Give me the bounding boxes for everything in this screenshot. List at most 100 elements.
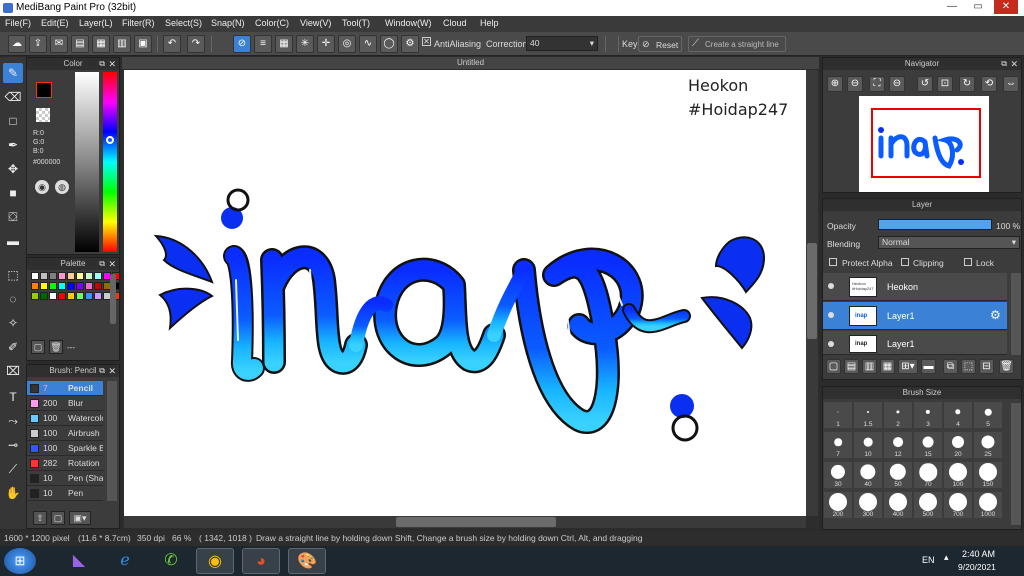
brush-size-cell[interactable]: 50	[884, 462, 912, 488]
cloud-icon[interactable]: ☁	[8, 35, 26, 53]
zoom-reset-icon[interactable]: ⊖	[889, 76, 905, 92]
menu-layer[interactable]: Layer(L)	[79, 18, 113, 28]
palette-swatch[interactable]	[58, 292, 66, 300]
palette-swatch[interactable]	[67, 292, 75, 300]
palette-swatch[interactable]	[85, 282, 93, 290]
palette-swatch[interactable]	[85, 292, 93, 300]
eraser-tool-icon[interactable]: ⌫	[3, 87, 23, 107]
layer-row[interactable]: inap Layer1 ⚙	[823, 302, 1007, 330]
brush-tool-icon[interactable]: ✎	[3, 63, 23, 83]
new-file-icon[interactable]: ▤	[71, 35, 89, 53]
bucket-tool-icon[interactable]: ⛋	[3, 207, 23, 227]
menu-window[interactable]: Window(W)	[385, 18, 432, 28]
gear-icon[interactable]: ⚙	[990, 308, 1001, 322]
palette-swatch[interactable]	[49, 292, 57, 300]
brush-size-cell[interactable]: 15	[914, 432, 942, 458]
undo-icon[interactable]: ↶	[163, 35, 181, 53]
rect-tool-icon[interactable]: □	[3, 111, 23, 131]
close-icon[interactable]: ✕	[108, 365, 116, 377]
opacity-slider[interactable]	[878, 219, 992, 230]
radial-snap-icon[interactable]: ✳	[296, 35, 314, 53]
eye-icon[interactable]	[828, 312, 834, 318]
menu-help[interactable]: Help	[480, 18, 499, 28]
select-rect-icon[interactable]: ⬚	[3, 265, 23, 285]
select-eraser-icon[interactable]: ⌧	[3, 361, 23, 381]
navigator-preview[interactable]	[859, 96, 989, 192]
close-icon[interactable]: ✕	[108, 58, 116, 70]
straight-line-button[interactable]: ⟋ Create a straight line	[688, 36, 786, 52]
correction-select[interactable]: 40 ▾	[526, 36, 598, 51]
brush-size-cell[interactable]: 30	[824, 462, 852, 488]
canvas-vscroll-thumb[interactable]	[807, 243, 817, 339]
menu-tool[interactable]: Tool(T)	[342, 18, 370, 28]
brush-size-cell[interactable]: 1.5	[854, 402, 882, 428]
palette-swatch[interactable]	[49, 272, 57, 280]
close-button[interactable]: ✕	[994, 0, 1018, 14]
hue-bar[interactable]	[103, 72, 117, 252]
start-button[interactable]: ⊞	[4, 548, 36, 574]
operation-tool-icon[interactable]: ⤳	[3, 411, 23, 431]
brush-item[interactable]: 100 Watercolor	[27, 411, 103, 426]
palette-swatch[interactable]	[58, 272, 66, 280]
brush-item[interactable]: 10 Pen (Sharp)	[27, 471, 103, 486]
duplicate-layer-icon[interactable]: ⧉	[943, 359, 958, 374]
menu-snap[interactable]: Snap(N)	[211, 18, 245, 28]
layer-scrollbar[interactable]	[1011, 273, 1021, 355]
minimize-button[interactable]: —	[940, 0, 964, 14]
brush-size-cell[interactable]: 500	[914, 492, 942, 518]
brush-size-cell[interactable]: 5	[974, 402, 1002, 428]
delete-layer-icon[interactable]: 🗑	[999, 359, 1014, 374]
expand-icon[interactable]: ⧉	[1001, 58, 1007, 70]
rotate-right-icon[interactable]: ↻	[959, 76, 975, 92]
ellipse-snap-icon[interactable]: ◯	[380, 35, 398, 53]
brush-size-cell[interactable]: 200	[824, 492, 852, 518]
eye-icon[interactable]	[828, 341, 834, 347]
menu-cloud[interactable]: Cloud	[443, 18, 467, 28]
canvas-hscroll-thumb[interactable]	[396, 517, 556, 527]
brush-size-cell[interactable]: 1	[824, 402, 852, 428]
new-layer-icon[interactable]: ▢	[826, 359, 841, 374]
fit-icon[interactable]: ⛶	[869, 76, 885, 92]
brush-size-cell[interactable]: 40	[854, 462, 882, 488]
brush-size-cell[interactable]: 12	[884, 432, 912, 458]
brush-scrollbar[interactable]	[107, 381, 117, 501]
canvas-tab[interactable]: Untitled	[122, 57, 819, 69]
move-tool-icon[interactable]: ✥	[3, 159, 23, 179]
foreground-color[interactable]	[36, 82, 52, 98]
expand-icon[interactable]: ⧉	[99, 58, 105, 70]
palette-swatch[interactable]	[94, 272, 102, 280]
rotate-reset-icon[interactable]: ⟲	[981, 76, 997, 92]
palette-swatch[interactable]	[76, 292, 84, 300]
brightness-bar[interactable]	[75, 72, 99, 252]
menu-view[interactable]: View(V)	[300, 18, 331, 28]
tray-arrow-icon[interactable]: ▴	[944, 552, 949, 563]
new-raster-icon[interactable]: ▤	[844, 359, 859, 374]
paint-icon[interactable]: 🎨	[288, 548, 326, 574]
palette-scrollbar[interactable]	[110, 274, 116, 324]
lasso-tool-icon[interactable]: ◌	[3, 289, 23, 309]
protect-alpha-checkbox[interactable]	[829, 258, 837, 266]
new-8bit-icon[interactable]: ▦	[880, 359, 895, 374]
palette-swatch[interactable]	[40, 272, 48, 280]
visual-studio-icon[interactable]: ◣	[60, 548, 98, 574]
layer-row[interactable]: inap Layer1	[823, 331, 1007, 355]
folder-icon[interactable]: ▬	[921, 359, 936, 374]
maximize-button[interactable]: ▭	[966, 0, 990, 14]
palette-swatch[interactable]	[31, 292, 39, 300]
palette-swatch[interactable]	[94, 292, 102, 300]
color-add-icon[interactable]: ◍	[55, 180, 69, 194]
brush-size-scrollbar[interactable]	[1011, 403, 1021, 525]
layer-settings-icon[interactable]: ⊟	[979, 359, 994, 374]
palette-swatch[interactable]	[67, 272, 75, 280]
expand-icon[interactable]: ⧉	[99, 365, 105, 377]
clock-time[interactable]: 2:40 AM	[962, 549, 995, 559]
text-tool-icon[interactable]: T	[3, 387, 23, 407]
brush-size-cell[interactable]: 400	[884, 492, 912, 518]
close-icon[interactable]: ✕	[1010, 58, 1018, 70]
share-icon[interactable]: ⇪	[29, 35, 47, 53]
layer-add-menu-icon[interactable]: ⊞▾	[898, 359, 918, 374]
page-icon[interactable]: ▥	[113, 35, 131, 53]
brush-add-icon[interactable]: ⇧	[33, 511, 47, 525]
palette-swatch[interactable]	[85, 272, 93, 280]
brush-copy-icon[interactable]: ▢	[51, 511, 65, 525]
